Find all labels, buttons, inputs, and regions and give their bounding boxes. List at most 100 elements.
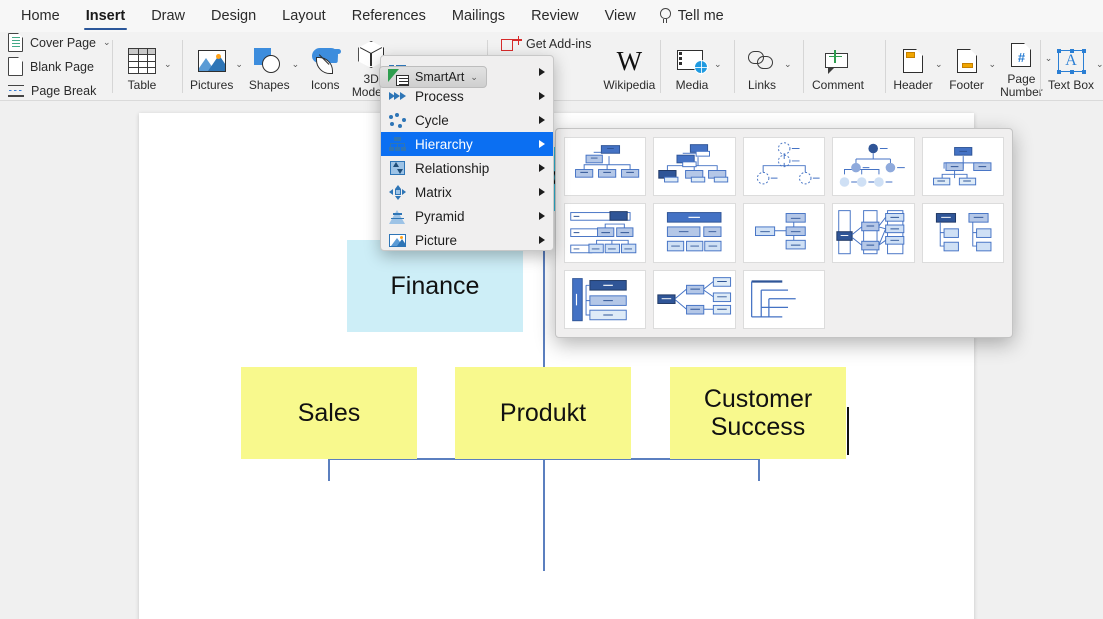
gallery-thumb-half-circle-organization-chart[interactable]: [921, 137, 1004, 197]
tab-label: Mailings: [451, 8, 506, 24]
links-label: Links: [747, 78, 776, 92]
header-icon: [896, 46, 930, 76]
gallery-thumb-horizontal-organization-chart[interactable]: [921, 203, 1004, 263]
icons-button[interactable]: Icons: [305, 41, 345, 92]
page-number-label-line1: Page: [1007, 71, 1036, 86]
text-box-button[interactable]: A Text Box: [1048, 41, 1094, 92]
chevron-down-icon[interactable]: ⌄: [470, 72, 478, 82]
hierarchy-layout-gallery[interactable]: [555, 128, 1013, 338]
menu-item-cycle[interactable]: Cycle: [381, 108, 553, 132]
node-sales[interactable]: Sales: [241, 367, 417, 459]
chevron-down-icon[interactable]: ⌄: [935, 59, 943, 70]
links-button[interactable]: Links: [742, 41, 782, 92]
page-break-label: Page Break: [31, 83, 97, 98]
tab-draw[interactable]: Draw: [138, 0, 198, 32]
text-box-icon: A: [1054, 46, 1088, 76]
page-break-button[interactable]: Page Break: [8, 80, 111, 102]
get-addins-button[interactable]: Get Add-ins: [501, 33, 591, 55]
text-box-label: Text Box: [1048, 78, 1095, 92]
blank-page-icon: [8, 57, 23, 76]
gallery-thumb-name-and-title-organization-chart[interactable]: [653, 137, 736, 197]
smartart-icon: [388, 68, 409, 86]
tab-layout[interactable]: Layout: [269, 0, 339, 32]
gallery-thumb-circle-process-hierarchy[interactable]: [832, 137, 915, 197]
gallery-thumb-architecture-layout[interactable]: [832, 203, 915, 263]
gallery-thumb-hierarchy-list[interactable]: [564, 269, 647, 329]
media-button[interactable]: Media: [672, 41, 712, 92]
chevron-down-icon[interactable]: ⌄: [989, 59, 997, 70]
menu-item-label: Hierarchy: [415, 136, 473, 152]
tab-insert[interactable]: Insert: [73, 0, 139, 32]
page-number-button[interactable]: # Page Number: [1000, 35, 1043, 99]
menu-item-relationship[interactable]: Relationship: [381, 156, 553, 180]
node-produkt[interactable]: Produkt: [455, 367, 631, 459]
pyramid-icon: [389, 209, 406, 224]
cover-page-button[interactable]: Cover Page ⌄: [8, 32, 111, 54]
menu-item-hierarchy[interactable]: Hierarchy: [381, 132, 553, 156]
process-icon: [389, 89, 406, 104]
menu-item-matrix[interactable]: Matrix: [381, 180, 553, 204]
blank-page-button[interactable]: Blank Page: [8, 56, 111, 78]
chevron-right-icon: [539, 236, 545, 244]
gallery-thumb-lined-list-hierarchy[interactable]: [742, 269, 826, 329]
shapes-icon: [252, 46, 286, 76]
comment-button[interactable]: Comment: [812, 41, 864, 92]
media-label: Media: [675, 78, 709, 92]
text-cursor: [847, 407, 849, 455]
tab-label: Insert: [85, 8, 126, 24]
shapes-label: Shapes: [248, 78, 290, 92]
ribbon-group-table: Table ⌄: [122, 32, 172, 101]
tab-review[interactable]: Review: [518, 0, 592, 32]
tab-label: View: [604, 8, 636, 24]
gallery-thumb-horizontal-hierarchy[interactable]: [653, 269, 736, 329]
menu-item-picture[interactable]: Picture: [381, 228, 553, 252]
tab-design[interactable]: Design: [198, 0, 269, 32]
shapes-button[interactable]: Shapes: [249, 41, 290, 92]
menu-item-label: Process: [415, 88, 464, 104]
chevron-right-icon: [539, 68, 545, 76]
gallery-thumb-horizontal-multi-level-hierarchy[interactable]: [564, 203, 647, 263]
tab-label: Draw: [151, 8, 186, 24]
connector-drop-sales: [328, 458, 330, 481]
table-button[interactable]: Table: [122, 41, 162, 92]
gallery-thumb-table-hierarchy[interactable]: [742, 203, 826, 263]
chevron-down-icon[interactable]: ⌄: [1096, 59, 1103, 70]
menu-item-label: Relationship: [415, 160, 490, 176]
gallery-thumb-labeled-hierarchy[interactable]: [653, 203, 736, 263]
3d-models-label-line1: 3D: [363, 71, 379, 86]
page-number-hash-glyph: #: [1017, 49, 1026, 65]
tab-references[interactable]: References: [339, 0, 439, 32]
chevron-right-icon: [539, 212, 545, 220]
ribbon-separator: [803, 40, 804, 93]
ribbon-group-header-footer: Header ⌄ Footer ⌄ # Page Number ⌄: [893, 32, 1052, 101]
gallery-thumb-circle-picture-hierarchy[interactable]: [742, 137, 826, 197]
ribbon-tab-bar: Home Insert Draw Design Layout Reference…: [0, 0, 1103, 32]
footer-icon: [950, 46, 984, 76]
pictures-button[interactable]: Pictures: [190, 41, 233, 92]
chevron-down-icon[interactable]: ⌄: [784, 59, 792, 70]
smartart-button[interactable]: SmartArt ⌄: [379, 66, 487, 88]
menu-item-label: Pyramid: [415, 208, 465, 224]
header-button[interactable]: Header: [893, 41, 933, 92]
wikipedia-button[interactable]: W Wikipedia: [603, 41, 655, 92]
word-window: Home Insert Draw Design Layout Reference…: [0, 0, 1103, 619]
node-customer-success[interactable]: Customer Success: [670, 367, 846, 459]
chevron-down-icon[interactable]: ⌄: [164, 59, 172, 70]
chevron-down-icon[interactable]: ⌄: [714, 59, 722, 70]
chevron-down-icon[interactable]: ⌄: [235, 59, 243, 70]
wikipedia-icon: W: [612, 46, 646, 76]
tab-home[interactable]: Home: [8, 0, 73, 32]
ribbon-separator: [885, 40, 886, 93]
wikipedia-label: Wikipedia: [603, 78, 656, 92]
footer-button[interactable]: Footer: [947, 41, 987, 92]
tab-mailings[interactable]: Mailings: [439, 0, 518, 32]
node-finance[interactable]: Finance: [347, 240, 523, 332]
chevron-down-icon[interactable]: ⌄: [292, 59, 300, 70]
menu-item-pyramid[interactable]: Pyramid: [381, 204, 553, 228]
gallery-thumb-organization-chart[interactable]: [564, 137, 647, 197]
chevron-down-icon[interactable]: ⌄: [103, 38, 111, 47]
cover-page-icon: [8, 33, 23, 52]
tell-me-box[interactable]: Tell me: [649, 7, 724, 25]
tab-view[interactable]: View: [592, 0, 649, 32]
ribbon-group-comments: Comment: [812, 32, 864, 101]
